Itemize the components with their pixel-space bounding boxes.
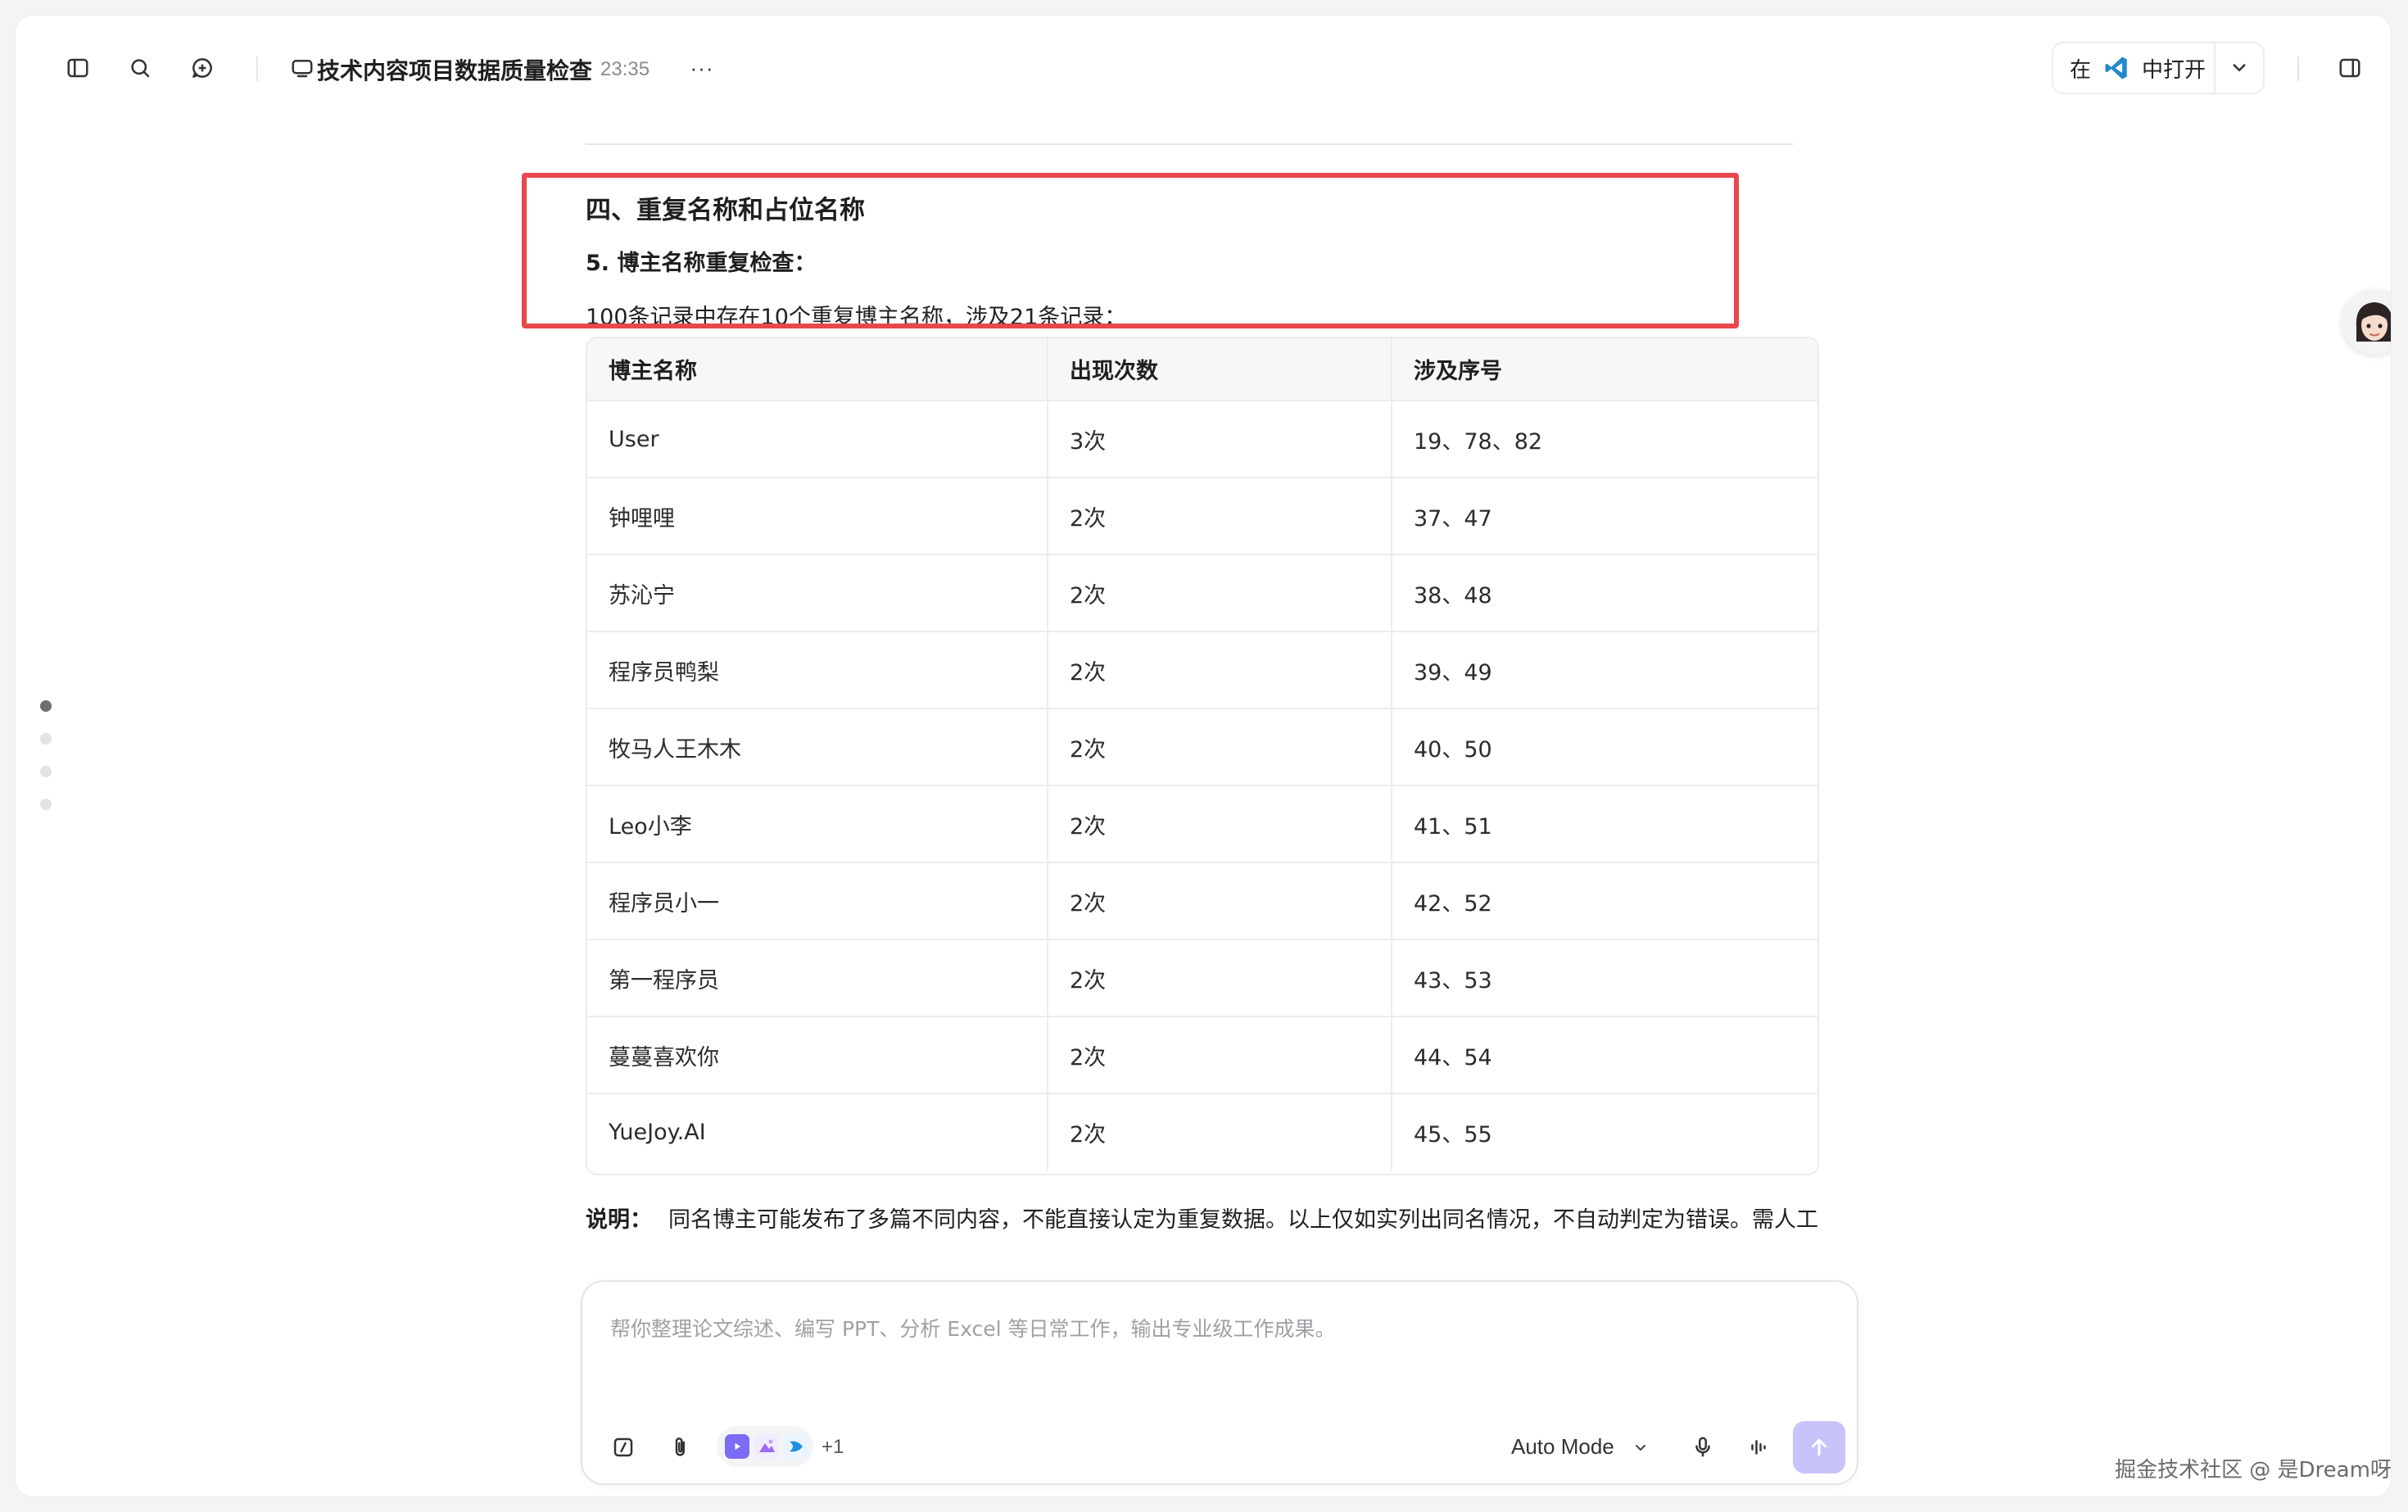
cell-ids: 41、51 — [1391, 785, 1817, 863]
design-tool-icon — [784, 1434, 808, 1459]
table-row: User 3次 19、78、82 — [587, 401, 1817, 478]
cell-ids: 19、78、82 — [1391, 401, 1817, 478]
toggle-right-panel-button[interactable] — [2325, 43, 2374, 93]
arrow-up-icon — [1812, 1438, 1826, 1456]
open-in-divider — [2214, 43, 2216, 93]
message-composer[interactable]: 帮你整理论文综述、编写 PPT、分析 Excel 等日常工作，输出专业级工作成果… — [581, 1280, 1858, 1485]
column-header-ids: 涉及序号 — [1391, 338, 1817, 401]
open-in-prefix: 在 — [2070, 57, 2092, 83]
send-button[interactable] — [1793, 1421, 1845, 1474]
vscode-icon — [2105, 57, 2127, 79]
column-header-name: 博主名称 — [587, 338, 1048, 401]
cell-ids: 43、53 — [1391, 939, 1817, 1017]
section-nav-dot[interactable] — [40, 799, 52, 810]
slash-command-icon — [613, 1437, 633, 1457]
more-tools-count[interactable]: +1 — [822, 1436, 844, 1459]
cell-name: 程序员鸭梨 — [587, 632, 1048, 709]
cell-ids: 40、50 — [1391, 708, 1817, 786]
top-bar: 技术内容项目数据质量检查 23:35 ··· 在 中打开 — [16, 16, 2391, 94]
cell-ids: 38、48 — [1391, 555, 1817, 632]
cell-ids: 37、47 — [1391, 478, 1817, 555]
cell-count: 2次 — [1047, 478, 1392, 555]
cell-name: 苏沁宁 — [587, 555, 1048, 632]
cell-count: 2次 — [1047, 1093, 1392, 1170]
avatar-icon — [2342, 289, 2391, 355]
monitor-icon — [292, 60, 313, 78]
column-header-count: 出现次数 — [1047, 338, 1392, 401]
microphone-icon — [1695, 1437, 1710, 1457]
table-row: Leo小李 2次 41、51 — [587, 785, 1817, 863]
toggle-sidebar-button[interactable] — [53, 43, 102, 93]
waveform-icon — [1751, 1440, 1766, 1455]
section-nav-dot[interactable] — [40, 700, 52, 712]
cell-name: 蔓蔓喜欢你 — [587, 1016, 1048, 1094]
panel-right-icon — [2339, 58, 2360, 78]
cell-count: 2次 — [1047, 555, 1392, 632]
new-task-button[interactable] — [178, 43, 227, 93]
app-window: 技术内容项目数据质量检查 23:35 ··· 在 中打开 四、重复名称和占位名称… — [15, 15, 2392, 1497]
cell-name: YueJoy.AI — [609, 1120, 706, 1145]
cell-ids: 39、49 — [1391, 632, 1817, 709]
assistant-avatar[interactable] — [2342, 289, 2391, 355]
paperclip-icon — [675, 1437, 685, 1456]
cell-name: 钟哩哩 — [587, 478, 1048, 555]
conversation-title[interactable]: 技术内容项目数据质量检查 — [317, 53, 592, 86]
search-icon — [131, 59, 150, 78]
note-paragraph: 说明： 同名博主可能发布了多篇不同内容，不能直接认定为重复数据。以上仅如实列出同名… — [586, 1202, 1831, 1241]
open-in-editor-button[interactable]: 在 中打开 — [2052, 42, 2265, 94]
duplicate-names-table: 博主名称 出现次数 涉及序号 User 3次 19、78、82 钟哩哩 2次 37、47… — [586, 337, 1819, 1175]
search-button[interactable] — [115, 43, 165, 93]
cell-name: Leo小李 — [587, 785, 1048, 863]
mode-selector[interactable]: Auto Mode — [1511, 1434, 1614, 1460]
new-chat-icon — [192, 58, 212, 78]
cell-name: User — [587, 401, 1048, 478]
highlight-box — [522, 173, 1739, 328]
cell-count: 2次 — [1047, 1016, 1392, 1094]
voice-mode-button[interactable] — [1740, 1429, 1777, 1465]
chevron-down-icon[interactable] — [2227, 55, 2252, 79]
cell-count: 3次 — [1047, 401, 1392, 478]
cell-count: 2次 — [1047, 632, 1392, 709]
table-row: 程序员鸭梨 2次 39、49 — [587, 632, 1817, 709]
table-header-row: 博主名称 出现次数 涉及序号 — [587, 338, 1817, 401]
table-row: 蔓蔓喜欢你 2次 44、54 — [587, 1016, 1817, 1094]
cell-count: 2次 — [1047, 862, 1392, 940]
toolbar-divider-right — [2297, 57, 2299, 81]
table-row: YueJoy.AI 2次 45、55 — [587, 1093, 1817, 1170]
cell-count: 2次 — [1047, 785, 1392, 863]
cell-ids: 42、52 — [1391, 862, 1817, 940]
command-button[interactable] — [605, 1429, 641, 1465]
table-row: 钟哩哩 2次 37、47 — [587, 478, 1817, 555]
table-row: 第一程序员 2次 43、53 — [587, 939, 1817, 1017]
table-row: 苏沁宁 2次 38、48 — [587, 555, 1817, 632]
note-label: 说明： — [586, 1207, 652, 1233]
attach-button[interactable] — [663, 1429, 699, 1465]
cell-count: 2次 — [1047, 708, 1392, 786]
cell-ids: 45、55 — [1391, 1093, 1817, 1170]
image-tool-icon — [754, 1434, 779, 1459]
chevron-down-icon[interactable] — [1631, 1437, 1650, 1457]
table-row: 牧马人王木木 2次 40、50 — [587, 708, 1817, 786]
composer-placeholder[interactable]: 帮你整理论文综述、编写 PPT、分析 Excel 等日常工作，输出专业级工作成果… — [610, 1313, 1336, 1342]
section-divider — [586, 143, 1793, 145]
note-text: 同名博主可能发布了多篇不同内容，不能直接认定为重复数据。以上仅如实列出同名情况，… — [668, 1207, 1818, 1233]
sidebar-icon — [67, 58, 88, 78]
cell-name: 第一程序员 — [587, 939, 1048, 1017]
cell-count: 2次 — [1047, 939, 1392, 1017]
open-in-suffix: 中打开 — [2142, 57, 2207, 83]
cell-ids: 44、54 — [1391, 1016, 1817, 1094]
section-nav-dot[interactable] — [40, 766, 52, 777]
toolbar-divider — [256, 57, 258, 81]
watermark: 掘金技术社区 @ 是Dream呀 — [2115, 1458, 2392, 1483]
cell-name: 牧马人王木木 — [587, 708, 1048, 786]
microphone-button[interactable] — [1685, 1429, 1721, 1465]
section-nav-dot[interactable] — [40, 733, 52, 745]
table-row: 程序员小一 2次 42、52 — [587, 862, 1817, 940]
cell-name: 程序员小一 — [587, 862, 1048, 940]
conversation-time: 23:35 — [600, 58, 650, 80]
tools-selector[interactable] — [717, 1426, 813, 1467]
video-tool-icon — [725, 1434, 749, 1459]
more-options-button[interactable]: ··· — [677, 43, 726, 93]
